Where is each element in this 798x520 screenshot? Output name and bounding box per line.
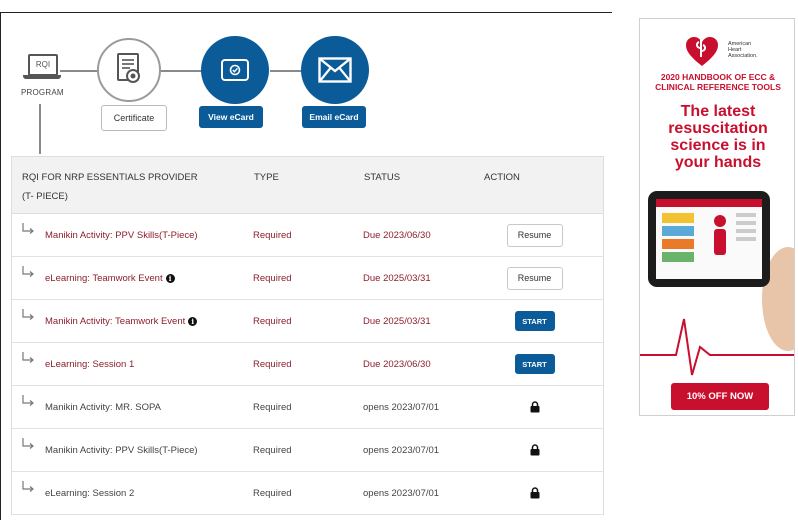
activity-action: Resume (482, 214, 587, 256)
activity-name-text: eLearning: Session 2 (45, 487, 135, 499)
ecard-icon (201, 36, 269, 104)
step-connector (270, 70, 302, 72)
activity-name-text: eLearning: Session 1 (45, 358, 135, 370)
activity-action (482, 472, 587, 514)
laptop-base (23, 75, 61, 79)
aha-heart-logo-icon (686, 37, 718, 66)
activity-type: Required (253, 358, 292, 370)
sub-item-arrow-icon (22, 266, 34, 277)
activity-status: opens 2023/07/01 (363, 487, 440, 499)
activity-name[interactable]: eLearning: Session 2 (45, 472, 134, 514)
activity-name-text: Manikin Activity: MR. SOPA (45, 401, 161, 413)
envelope-icon (301, 36, 369, 104)
sub-item-arrow-icon (22, 352, 34, 363)
header-course-title: RQI FOR NRP ESSENTIALS PROVIDER (22, 172, 198, 183)
activity-type: Required (253, 487, 292, 499)
sub-item-arrow-icon (22, 395, 34, 406)
view-ecard-button[interactable]: View eCard (199, 106, 263, 128)
certificate-step (97, 38, 161, 102)
step-connector-vertical (39, 104, 41, 154)
tablet-in-hand-illustration (640, 191, 794, 376)
activity-status: opens 2023/07/01 (363, 444, 440, 456)
lock-icon (530, 401, 539, 413)
activity-name[interactable]: Manikin Activity: MR. SOPA (45, 386, 161, 428)
activity-name-text: Manikin Activity: PPV Skills(T-Piece) (45, 229, 198, 241)
table-row: Manikin Activity: MR. SOPA Required opens … (12, 386, 603, 429)
step-connector (160, 70, 202, 72)
ad-headline-line: science is in (670, 137, 766, 154)
info-icon[interactable]: i (188, 316, 198, 326)
ad-headline-line: The latest (680, 103, 756, 120)
ad-headline-line: resuscitation (668, 120, 768, 137)
activity-type: Required (253, 444, 292, 456)
certificate-button[interactable]: Certificate (101, 105, 167, 131)
course-activities-table: RQI FOR NRP ESSENTIALS PROVIDER (T- PIEC… (11, 156, 604, 515)
email-ecard-step[interactable] (301, 36, 369, 104)
activity-type: Required (253, 315, 292, 327)
aha-advertisement[interactable]: American Heart Association. 2020 HANDBOO… (639, 18, 795, 416)
frame-border-top (0, 12, 612, 13)
sub-item-arrow-icon (22, 309, 34, 320)
activity-action: START (482, 300, 587, 342)
activity-type: Required (253, 401, 292, 413)
lock-icon (530, 487, 539, 499)
activity-type: Required (253, 272, 292, 284)
activity-action: Resume (482, 257, 587, 299)
activity-type: Required (253, 229, 292, 241)
info-icon[interactable]: i (165, 273, 175, 283)
program-laptop-icon: RQI (23, 54, 63, 88)
activity-status: Due 2023/06/30 (363, 358, 431, 370)
table-row: Manikin Activity: PPV Skills(T-Piece) Req… (12, 429, 603, 472)
view-ecard-step[interactable] (201, 36, 269, 104)
ad-subtitle-line: CLINICAL REFERENCE TOOLS (655, 82, 781, 92)
sub-item-arrow-icon (22, 481, 34, 492)
header-type: TYPE (254, 172, 279, 183)
ad-headline: The latest resuscitation science is in y… (644, 103, 792, 171)
table-row: Manikin Activity: Teamwork Event i Require… (12, 300, 603, 343)
table-body: Manikin Activity: PPV Skills(T-Piece) Req… (12, 214, 603, 515)
activity-name[interactable]: Manikin Activity: PPV Skills(T-Piece) (45, 429, 198, 471)
activity-name[interactable]: Manikin Activity: Teamwork Event i (45, 300, 198, 342)
table-header: RQI FOR NRP ESSENTIALS PROVIDER (T- PIEC… (12, 157, 603, 214)
activity-name-text: eLearning: Teamwork Event (45, 272, 163, 284)
activity-name-text: Manikin Activity: PPV Skills(T-Piece) (45, 444, 198, 456)
activity-status: Due 2023/06/30 (363, 229, 431, 241)
activity-name[interactable]: Manikin Activity: PPV Skills(T-Piece) (45, 214, 198, 256)
table-row: eLearning: Session 1 Required Due 2023/06/… (12, 343, 603, 386)
start-button[interactable]: START (514, 354, 555, 374)
aha-logo-text: American Heart Association. (728, 41, 758, 59)
header-course-subtitle: (T- PIECE) (22, 191, 68, 202)
email-ecard-button[interactable]: Email eCard (302, 106, 366, 128)
activity-status: Due 2025/03/31 (363, 315, 431, 327)
ad-discount-button[interactable]: 10% OFF NOW (671, 383, 769, 410)
ad-subtitle-line: 2020 HANDBOOK OF ECC & (660, 72, 776, 82)
lock-icon (530, 444, 539, 456)
ad-subtitle: 2020 HANDBOOK OF ECC & CLINICAL REFERENC… (646, 72, 790, 92)
activity-name-text: Manikin Activity: Teamwork Event (45, 315, 186, 327)
table-row: Manikin Activity: PPV Skills(T-Piece) Req… (12, 214, 603, 257)
activity-action (482, 386, 587, 428)
laptop-screen: RQI (28, 54, 58, 76)
certificate-icon (99, 40, 159, 100)
activity-name[interactable]: eLearning: Session 1 (45, 343, 134, 385)
aha-logo-line: Association. (728, 53, 758, 59)
activity-status: opens 2023/07/01 (363, 401, 440, 413)
header-action: ACTION (484, 172, 520, 183)
ad-headline-line: your hands (674, 154, 762, 171)
table-row: eLearning: Teamwork Event i Required Due 20… (12, 257, 603, 300)
sub-item-arrow-icon (22, 438, 34, 449)
activity-name[interactable]: eLearning: Teamwork Event i (45, 257, 175, 299)
activity-action (482, 429, 587, 471)
program-label: PROGRAM (21, 88, 64, 97)
start-button[interactable]: START (514, 311, 555, 331)
step-connector (60, 70, 98, 72)
activity-status: Due 2025/03/31 (363, 272, 431, 284)
resume-button[interactable]: Resume (506, 223, 563, 247)
activity-action: START (482, 343, 587, 385)
frame-border-left (0, 12, 1, 520)
sub-item-arrow-icon (22, 223, 34, 234)
resume-button[interactable]: Resume (506, 266, 563, 290)
header-status: STATUS (364, 172, 401, 183)
table-row: eLearning: Session 2 Required opens 2023/0… (12, 472, 603, 515)
